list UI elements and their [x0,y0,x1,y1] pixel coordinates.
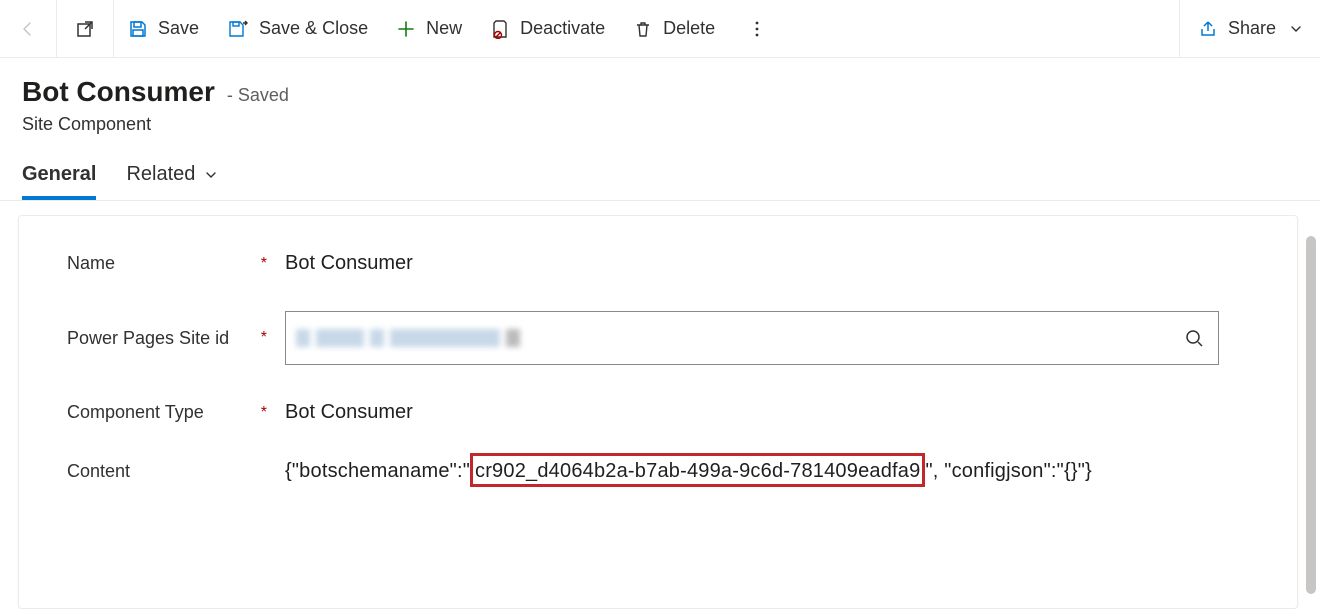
component-type-value[interactable]: Bot Consumer [285,401,413,424]
record-save-status: - Saved [227,85,289,106]
overflow-menu-button[interactable] [729,0,785,57]
vertical-scrollbar[interactable] [1306,236,1316,594]
content-prefix: {"botschemaname":" [285,460,470,482]
form-card: Name * Bot Consumer Power Pages Site id … [18,215,1298,609]
content-label-text: Content [67,461,130,482]
name-label: Name * [67,253,285,274]
record-header: Bot Consumer - Saved Site Component [0,58,1320,145]
site-id-value-redacted [296,329,520,347]
tab-related[interactable]: Related [126,163,219,200]
deactivate-icon [490,19,510,39]
tab-general-label: General [22,163,96,186]
delete-label: Delete [663,18,715,39]
save-close-label: Save & Close [259,18,368,39]
deactivate-label: Deactivate [520,18,605,39]
new-label: New [426,18,462,39]
chevron-down-icon [203,167,219,183]
record-entity-name: Site Component [22,114,1298,135]
required-marker: * [261,329,267,347]
field-row-name: Name * Bot Consumer [67,252,1265,275]
name-value[interactable]: Bot Consumer [285,252,413,275]
content-label: Content [67,461,285,482]
new-button[interactable]: New [382,0,476,57]
back-button[interactable] [0,0,56,57]
save-button[interactable]: Save [114,0,213,57]
content-suffix: ", "configjson":"{}"} [925,460,1091,482]
trash-icon [633,19,653,39]
delete-button[interactable]: Delete [619,0,729,57]
share-button[interactable]: Share [1198,18,1304,39]
site-id-label-text: Power Pages Site id [67,328,229,349]
form-region: Name * Bot Consumer Power Pages Site id … [0,201,1320,609]
share-icon [1198,19,1218,39]
required-marker: * [261,255,267,273]
more-vertical-icon [747,19,767,39]
search-icon[interactable] [1184,328,1204,348]
save-close-button[interactable]: Save & Close [213,0,382,57]
command-bar: Save Save & Close New Deactivate Delete … [0,0,1320,58]
required-marker: * [261,404,267,422]
tab-related-label: Related [126,163,195,186]
form-tabs: General Related [0,145,1320,201]
open-in-new-window-button[interactable] [57,0,113,57]
record-title: Bot Consumer [22,76,215,108]
component-type-label-text: Component Type [67,402,204,423]
field-row-site-id: Power Pages Site id * [67,311,1265,365]
save-icon [128,19,148,39]
field-row-component-type: Component Type * Bot Consumer [67,401,1265,424]
plus-icon [396,19,416,39]
deactivate-button[interactable]: Deactivate [476,0,619,57]
open-external-icon [75,19,95,39]
arrow-left-icon [18,19,38,39]
save-close-icon [227,19,249,39]
site-id-label: Power Pages Site id * [67,328,285,349]
chevron-down-icon [1288,21,1304,37]
content-botschemaname-highlight: cr902_d4064b2a-b7ab-499a-9c6d-781409eadf… [470,453,925,487]
content-value[interactable]: {"botschemaname":"cr902_d4064b2a-b7ab-49… [285,460,1092,483]
share-label: Share [1228,18,1276,39]
name-label-text: Name [67,253,115,274]
tab-general[interactable]: General [22,163,96,200]
field-row-content: Content {"botschemaname":"cr902_d4064b2a… [67,460,1265,483]
site-id-lookup[interactable] [285,311,1219,365]
component-type-label: Component Type * [67,402,285,423]
save-label: Save [158,18,199,39]
